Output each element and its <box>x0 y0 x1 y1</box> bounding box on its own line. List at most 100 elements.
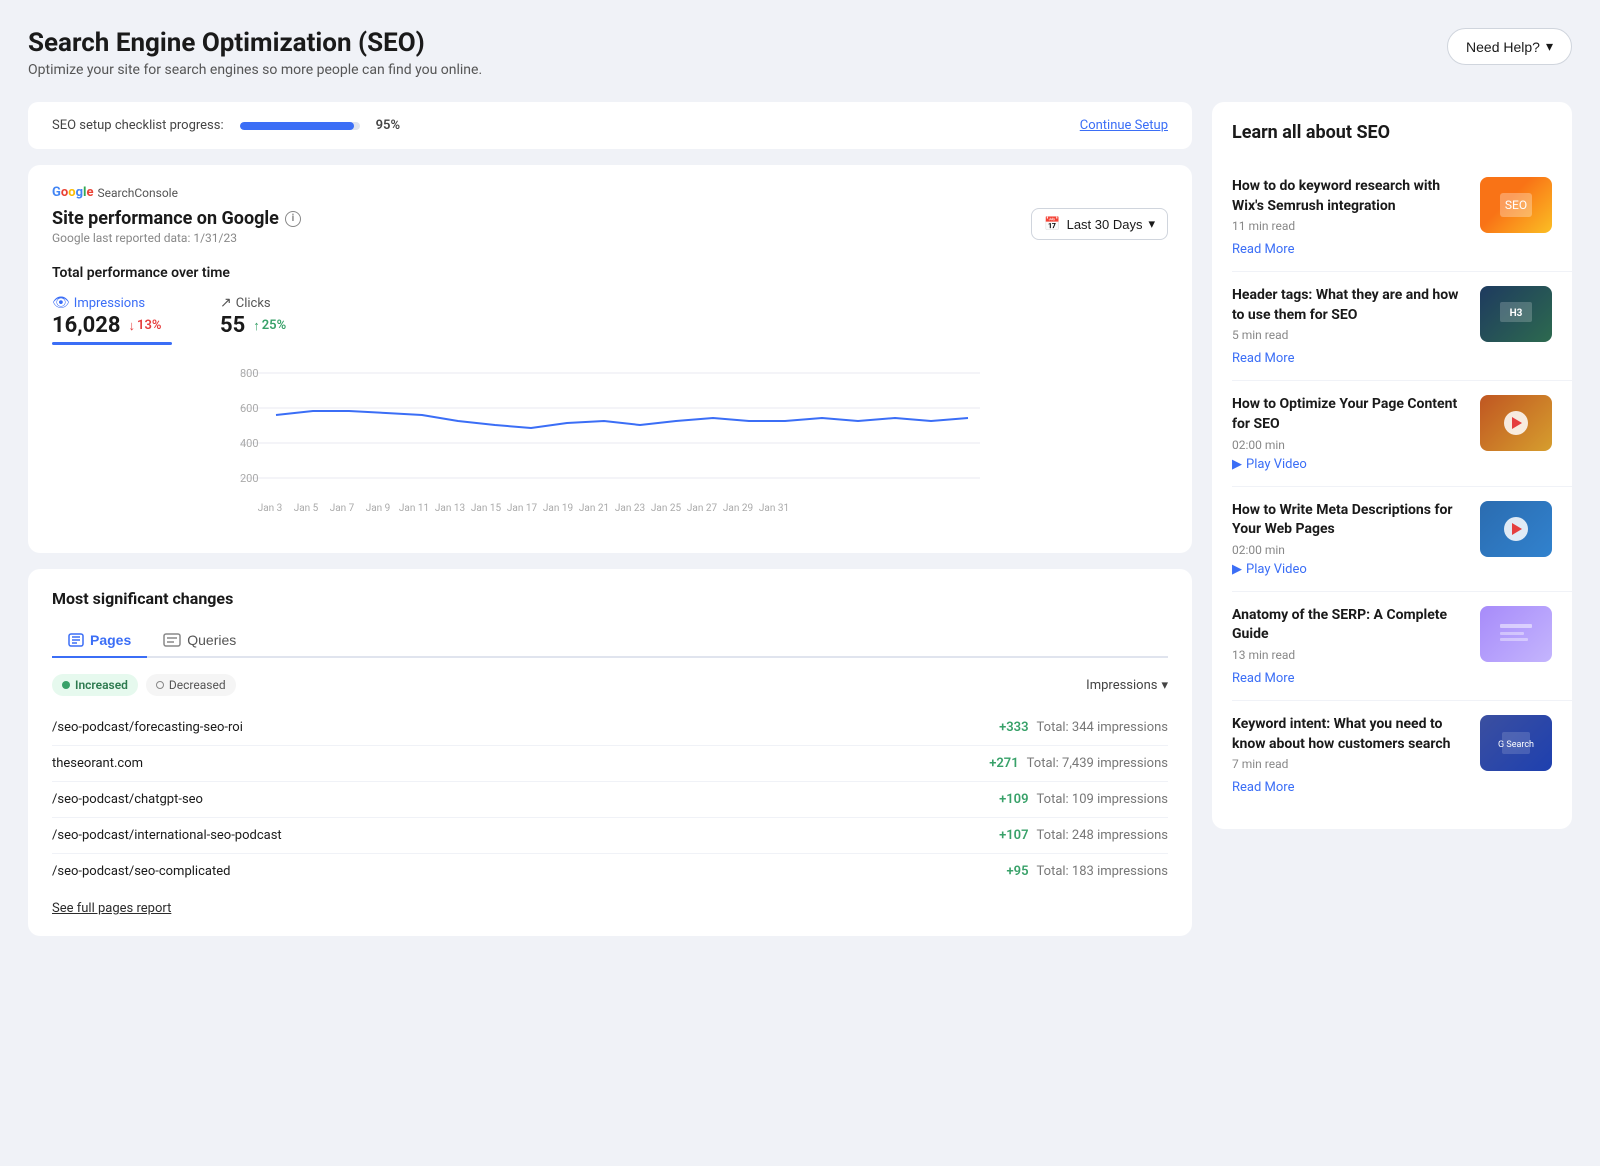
learn-thumb: G Search <box>1480 715 1552 771</box>
row-change: +333 <box>999 720 1028 735</box>
play-video-link[interactable]: ▶ Play Video <box>1232 562 1466 577</box>
learn-item-meta: 02:00 min <box>1232 543 1466 557</box>
svg-text:400: 400 <box>240 437 259 450</box>
tabs-row: Pages Queries <box>52 624 1168 658</box>
chevron-down-icon: ▾ <box>1148 216 1155 232</box>
changes-title: Most significant changes <box>52 589 1168 608</box>
learn-title: Learn all about SEO <box>1232 122 1572 143</box>
learn-item-meta: 7 min read <box>1232 757 1466 771</box>
gsc-card: Google SearchConsole Site performance on… <box>28 165 1192 553</box>
page-header-text: Search Engine Optimization (SEO) Optimiz… <box>28 28 482 78</box>
chevron-down-icon: ▾ <box>1546 38 1553 55</box>
learn-item-title: How to Write Meta Descriptions for Your … <box>1232 501 1466 540</box>
svg-text:Jan 3: Jan 3 <box>258 503 283 514</box>
learn-item-meta: 02:00 min <box>1232 438 1466 452</box>
row-url: /seo-podcast/forecasting-seo-roi <box>52 720 243 735</box>
read-more-link[interactable]: Read More <box>1232 780 1294 795</box>
progress-track <box>240 122 360 130</box>
google-logo: Google <box>52 185 93 200</box>
need-help-button[interactable]: Need Help? ▾ <box>1447 28 1572 65</box>
row-total: Total: 7,439 impressions <box>1027 756 1168 771</box>
row-stats: +271 Total: 7,439 impressions <box>989 756 1168 771</box>
cursor-icon: ↗ <box>220 295 232 311</box>
impressions-value: 16,028 ↓ 13% <box>52 313 172 338</box>
svg-text:600: 600 <box>240 402 259 415</box>
row-stats: +333 Total: 344 impressions <box>999 720 1168 735</box>
impressions-label: 👁 Impressions <box>52 295 172 311</box>
table-row: /seo-podcast/international-seo-podcast +… <box>52 818 1168 854</box>
svg-text:H3: H3 <box>1510 308 1523 319</box>
see-full-report-link[interactable]: See full pages report <box>52 901 171 916</box>
learn-item-text: Keyword intent: What you need to know ab… <box>1232 715 1466 795</box>
row-total: Total: 344 impressions <box>1037 720 1168 735</box>
table-row: /seo-podcast/seo-complicated +95 Total: … <box>52 854 1168 889</box>
impressions-filter[interactable]: Impressions ▾ <box>1086 678 1168 693</box>
learn-item-meta: 11 min read <box>1232 219 1466 233</box>
impressions-metric: 👁 Impressions 16,028 ↓ 13% <box>52 295 172 345</box>
left-column: SEO setup checklist progress: 95% Contin… <box>28 102 1192 936</box>
learn-item-text: How to Write Meta Descriptions for Your … <box>1232 501 1466 577</box>
increased-dot <box>62 681 70 689</box>
chevron-down-icon: ▾ <box>1161 678 1168 693</box>
read-more-link[interactable]: Read More <box>1232 351 1294 366</box>
queries-tab-icon <box>163 633 181 647</box>
play-icon <box>1504 411 1528 435</box>
learn-item-meta: 5 min read <box>1232 328 1466 342</box>
learn-thumb <box>1480 395 1552 451</box>
row-url: /seo-podcast/seo-complicated <box>52 864 230 879</box>
search-console-text: SearchConsole <box>97 186 177 200</box>
svg-text:Jan 17: Jan 17 <box>507 503 538 514</box>
table-row: /seo-podcast/forecasting-seo-roi +333 To… <box>52 710 1168 746</box>
svg-text:SEO: SEO <box>1505 198 1527 212</box>
svg-text:Jan 19: Jan 19 <box>543 503 573 514</box>
learn-item-text: Anatomy of the SERP: A Complete Guide 13… <box>1232 606 1466 686</box>
learn-item-title: Anatomy of the SERP: A Complete Guide <box>1232 606 1466 645</box>
badge-increased[interactable]: Increased <box>52 674 138 696</box>
page-header: Search Engine Optimization (SEO) Optimiz… <box>28 28 1572 78</box>
tab-queries-label: Queries <box>187 632 236 648</box>
svg-text:Jan 23: Jan 23 <box>615 503 645 514</box>
play-icon <box>1504 517 1528 541</box>
table-row: theseorant.com +271 Total: 7,439 impress… <box>52 746 1168 782</box>
read-more-link[interactable]: Read More <box>1232 242 1294 257</box>
date-filter-button[interactable]: 📅 Last 30 Days ▾ <box>1031 208 1168 240</box>
tab-pages[interactable]: Pages <box>52 624 147 658</box>
badge-decreased[interactable]: Decreased <box>146 674 236 696</box>
arrow-down-icon: ↓ <box>129 318 136 334</box>
clicks-metric: ↗ Clicks 55 ↑ 25% <box>220 295 286 345</box>
learn-item-title: How to Optimize Your Page Content for SE… <box>1232 395 1466 434</box>
learn-items-list: How to do keyword research with Wix's Se… <box>1232 163 1572 809</box>
read-more-link[interactable]: Read More <box>1232 671 1294 686</box>
learn-item-text: How to do keyword research with Wix's Se… <box>1232 177 1466 257</box>
svg-text:Jan 29: Jan 29 <box>723 503 753 514</box>
date-reported: Google last reported data: 1/31/23 <box>52 231 301 245</box>
chart-section: Total performance over time 👁 Impression… <box>52 265 1168 533</box>
row-change: +95 <box>1007 864 1029 879</box>
row-total: Total: 109 impressions <box>1037 792 1168 807</box>
continue-setup-link[interactable]: Continue Setup <box>1080 118 1168 133</box>
clicks-change: ↑ 25% <box>253 318 286 334</box>
learn-item-text: Header tags: What they are and how to us… <box>1232 286 1466 366</box>
svg-text:Jan 25: Jan 25 <box>651 503 682 514</box>
row-url: theseorant.com <box>52 756 143 771</box>
gsc-logo-row: Google SearchConsole <box>52 185 1168 200</box>
performance-chart: 800 600 400 200 Jan 3 Jan 5 Jan 7 Jan 9 … <box>52 353 1168 533</box>
play-video-link[interactable]: ▶ Play Video <box>1232 457 1466 472</box>
eye-icon: 👁 <box>52 295 70 311</box>
clicks-label: ↗ Clicks <box>220 295 286 311</box>
learn-item-title: How to do keyword research with Wix's Se… <box>1232 177 1466 216</box>
info-icon[interactable]: i <box>285 211 301 227</box>
learn-item-title: Keyword intent: What you need to know ab… <box>1232 715 1466 754</box>
learn-thumb <box>1480 606 1552 662</box>
row-change: +109 <box>999 792 1028 807</box>
table-row: /seo-podcast/chatgpt-seo +109 Total: 109… <box>52 782 1168 818</box>
decreased-dot <box>156 681 164 689</box>
row-stats: +95 Total: 183 impressions <box>1007 864 1168 879</box>
learn-item: How to Optimize Your Page Content for SE… <box>1232 381 1572 486</box>
svg-text:Jan 5: Jan 5 <box>294 503 319 514</box>
svg-text:200: 200 <box>240 472 259 485</box>
tab-queries[interactable]: Queries <box>147 624 252 658</box>
changes-card: Most significant changes Pages Queries I… <box>28 569 1192 936</box>
learn-thumb: SEO <box>1480 177 1552 233</box>
right-column: Learn all about SEO How to do keyword re… <box>1212 102 1572 829</box>
